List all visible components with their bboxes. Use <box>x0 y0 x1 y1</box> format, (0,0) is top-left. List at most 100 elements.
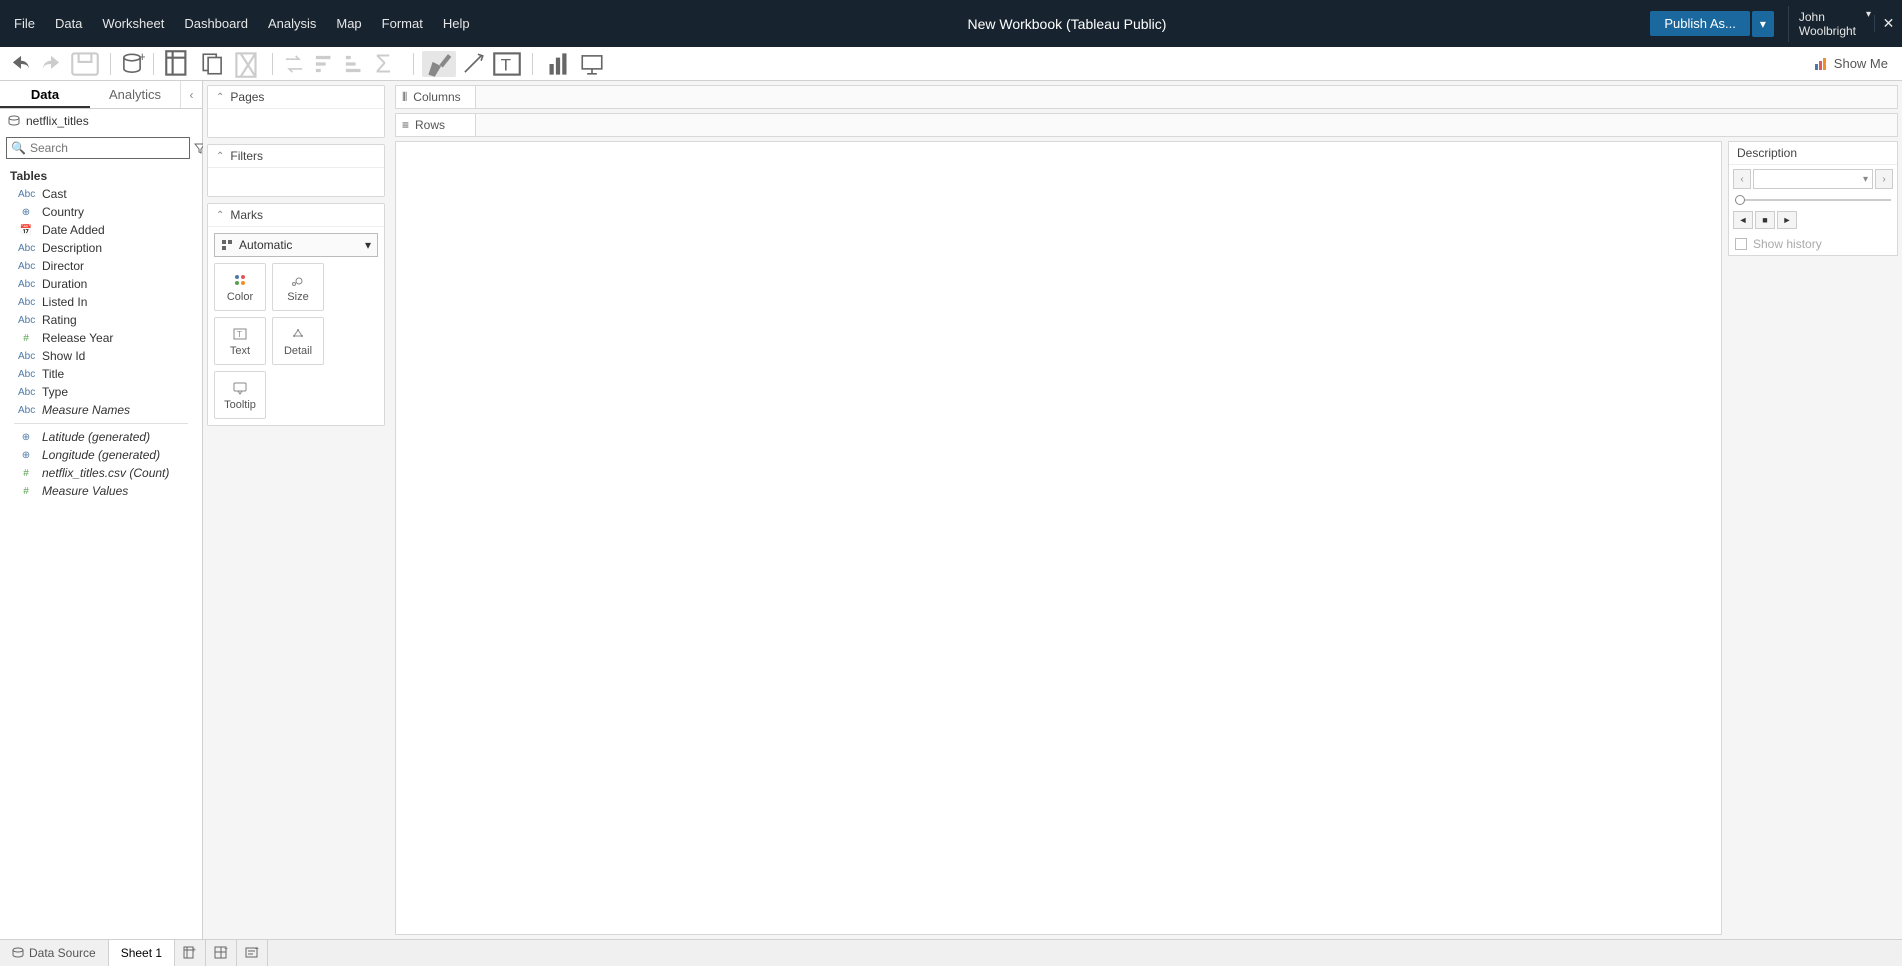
chevron-icon: ⌃ <box>216 210 224 221</box>
new-story-tab[interactable]: + <box>237 940 268 966</box>
measures-list: ⊕Latitude (generated)⊕Longitude (generat… <box>0 428 202 500</box>
datasource-row[interactable]: netflix_titles <box>0 109 202 133</box>
group-button[interactable] <box>460 51 486 77</box>
field-cast[interactable]: AbcCast <box>0 185 202 203</box>
field-date-added[interactable]: 📅Date Added <box>0 221 202 239</box>
filters-label: Filters <box>230 149 263 163</box>
marks-label: Marks <box>230 208 263 222</box>
filters-shelf[interactable] <box>208 168 384 196</box>
tab-analytics[interactable]: Analytics <box>90 81 180 108</box>
mark-detail-button[interactable]: Detail <box>272 317 324 365</box>
datasource-tab-label: Data Source <box>29 946 96 960</box>
new-dashboard-tab[interactable]: + <box>206 940 237 966</box>
field-description[interactable]: AbcDescription <box>0 239 202 257</box>
field-show-id[interactable]: AbcShow Id <box>0 347 202 365</box>
columns-label-text: Columns <box>413 90 460 104</box>
field-type[interactable]: AbcType <box>0 383 202 401</box>
menu-help[interactable]: Help <box>433 6 480 41</box>
svg-text:+: + <box>255 946 259 953</box>
totals-button[interactable]: Σ <box>371 51 405 77</box>
new-worksheet-tab[interactable]: + <box>175 940 206 966</box>
field-duration[interactable]: AbcDuration <box>0 275 202 293</box>
search-field[interactable]: 🔍 <box>6 137 190 159</box>
menu-map[interactable]: Map <box>326 6 371 41</box>
show-history-row[interactable]: Show history <box>1729 233 1897 255</box>
page-slider[interactable] <box>1735 195 1891 205</box>
rows-shelf[interactable] <box>476 114 1897 136</box>
field-netflix-titles-csv-count-[interactable]: #netflix_titles.csv (Count) <box>0 464 202 482</box>
data-pane-tabs: Data Analytics ‹ <box>0 81 202 109</box>
sort-desc-button[interactable] <box>341 51 367 77</box>
field-rating[interactable]: AbcRating <box>0 311 202 329</box>
sort-asc-button[interactable] <box>311 51 337 77</box>
swap-button[interactable] <box>281 51 307 77</box>
sheet-tab[interactable]: Sheet 1 <box>109 940 175 966</box>
save-button[interactable] <box>68 51 102 77</box>
show-history-checkbox[interactable] <box>1735 238 1747 250</box>
stop-button[interactable]: ■ <box>1755 211 1775 229</box>
play-back-button[interactable]: ◄ <box>1733 211 1753 229</box>
presentation-button[interactable] <box>579 51 605 77</box>
columns-shelf-label: ⦀Columns <box>396 86 476 108</box>
play-forward-button[interactable]: ► <box>1777 211 1797 229</box>
pages-shelf[interactable] <box>208 109 384 137</box>
filters-header[interactable]: ⌃Filters <box>208 145 384 168</box>
data-pane: Data Analytics ‹ netflix_titles 🔍 ▾ Tabl… <box>0 81 203 939</box>
menu-bar: File Data Worksheet Dashboard Analysis M… <box>0 0 484 47</box>
fit-button[interactable] <box>541 51 575 77</box>
tab-data[interactable]: Data <box>0 81 90 108</box>
redo-button[interactable] <box>38 51 64 77</box>
page-prev-button[interactable]: ‹ <box>1733 169 1751 189</box>
pages-header[interactable]: ⌃Pages <box>208 86 384 109</box>
sheet-tab-strip: Data Source Sheet 1 + + + <box>0 939 1902 966</box>
mark-text-button[interactable]: TText <box>214 317 266 365</box>
publish-dropdown[interactable]: ▾ <box>1752 11 1774 37</box>
highlight-button[interactable] <box>422 51 456 77</box>
marks-card: ⌃ Marks Automatic ▾ Color Size TText Deta… <box>207 203 385 426</box>
menu-analysis[interactable]: Analysis <box>258 6 326 41</box>
page-value-dropdown[interactable]: ▾ <box>1753 169 1873 189</box>
search-input[interactable] <box>30 141 185 155</box>
mark-size-button[interactable]: Size <box>272 263 324 311</box>
undo-button[interactable] <box>8 51 34 77</box>
rows-label-text: Rows <box>415 118 445 132</box>
marks-body: Automatic ▾ Color Size TText Detail Tool… <box>208 227 384 425</box>
field-measure-values[interactable]: #Measure Values <box>0 482 202 500</box>
menu-format[interactable]: Format <box>372 6 433 41</box>
menu-file[interactable]: File <box>4 6 45 41</box>
mark-color-button[interactable]: Color <box>214 263 266 311</box>
labels-button[interactable]: T <box>490 51 524 77</box>
field-latitude-generated-[interactable]: ⊕Latitude (generated) <box>0 428 202 446</box>
slider-knob[interactable] <box>1735 195 1745 205</box>
mark-tooltip-button[interactable]: Tooltip <box>214 371 266 419</box>
publish-button[interactable]: Publish As... <box>1650 11 1750 36</box>
view-canvas[interactable] <box>395 141 1722 935</box>
menu-data[interactable]: Data <box>45 6 92 41</box>
collapse-pane-button[interactable]: ‹ <box>180 81 202 108</box>
menu-worksheet[interactable]: Worksheet <box>92 6 174 41</box>
field-country[interactable]: ⊕Country <box>0 203 202 221</box>
field-director[interactable]: AbcDirector <box>0 257 202 275</box>
clear-button[interactable] <box>230 51 264 77</box>
datasource-tab[interactable]: Data Source <box>0 940 109 966</box>
svg-text:T: T <box>501 55 511 74</box>
pages-label: Pages <box>230 90 264 104</box>
field-measure-names[interactable]: AbcMeasure Names <box>0 401 202 419</box>
page-next-button[interactable]: › <box>1875 169 1893 189</box>
new-worksheet-button[interactable] <box>162 51 196 77</box>
field-listed-in[interactable]: AbcListed In <box>0 293 202 311</box>
duplicate-button[interactable] <box>200 51 226 77</box>
marks-header[interactable]: ⌃ Marks <box>208 204 384 227</box>
auto-mark-icon <box>221 239 233 251</box>
show-me-button[interactable]: Show Me <box>1806 56 1896 71</box>
marks-type-dropdown[interactable]: Automatic ▾ <box>214 233 378 257</box>
field-release-year[interactable]: #Release Year <box>0 329 202 347</box>
columns-shelf[interactable] <box>476 86 1897 108</box>
user-menu[interactable]: John Woolbright <box>1788 6 1874 42</box>
close-button[interactable]: ✕ <box>1874 15 1902 32</box>
field-title[interactable]: AbcTitle <box>0 365 202 383</box>
workbook-title: New Workbook (Tableau Public) <box>484 0 1651 47</box>
new-datasource-button[interactable]: + <box>119 51 145 77</box>
field-longitude-generated-[interactable]: ⊕Longitude (generated) <box>0 446 202 464</box>
menu-dashboard[interactable]: Dashboard <box>174 6 258 41</box>
